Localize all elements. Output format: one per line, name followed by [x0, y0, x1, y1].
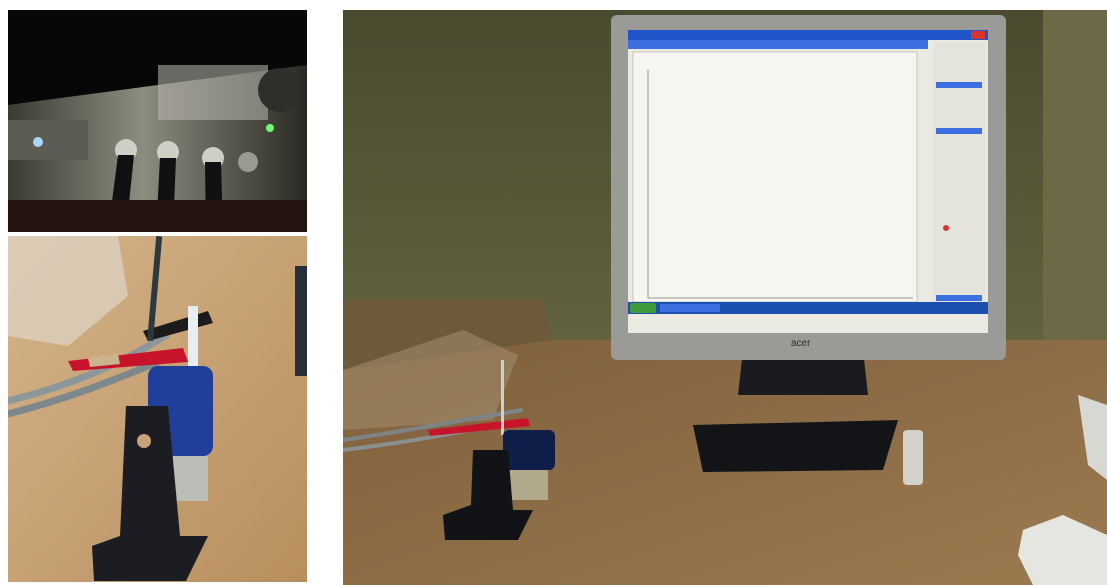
- monitor-brand-logo: acer: [791, 338, 811, 349]
- side-panel-header-1: [936, 82, 982, 88]
- cell-scene: [8, 236, 307, 582]
- close-button: [971, 31, 985, 39]
- usb-stick: [903, 430, 923, 485]
- workstation-photo: acer: [343, 10, 1107, 585]
- potentiostat-photo: [8, 10, 307, 232]
- wall-corner: [1043, 10, 1107, 340]
- side-panel-footer: [936, 295, 982, 301]
- record-indicator: [943, 225, 949, 231]
- control-knob: [258, 68, 302, 112]
- window-title-bar: [628, 30, 988, 40]
- monitor-base-edge: [295, 266, 307, 376]
- inner-title-bar: [628, 40, 928, 49]
- electrochemical-cell-photo: [8, 236, 307, 582]
- workstation-scene: acer: [343, 10, 1107, 585]
- counter-electrode: [188, 306, 198, 366]
- electrode-rod: [501, 360, 504, 435]
- potentiostat-scene: [8, 10, 307, 232]
- monitor-base: [693, 420, 898, 472]
- bench-surface: [8, 200, 307, 232]
- side-panel-header-2: [936, 128, 982, 134]
- power-led: [33, 137, 43, 147]
- taskbar-app: [660, 304, 720, 312]
- monitor: acer: [611, 15, 1006, 360]
- plot-area: [632, 51, 918, 303]
- cell-cap: [503, 430, 555, 470]
- glass-vial: [508, 470, 548, 500]
- stand-screw: [137, 434, 151, 448]
- instrument-label-plate: [158, 65, 268, 120]
- start-button: [630, 303, 656, 313]
- instrument-logo-area: [8, 120, 88, 160]
- status-led: [266, 124, 274, 132]
